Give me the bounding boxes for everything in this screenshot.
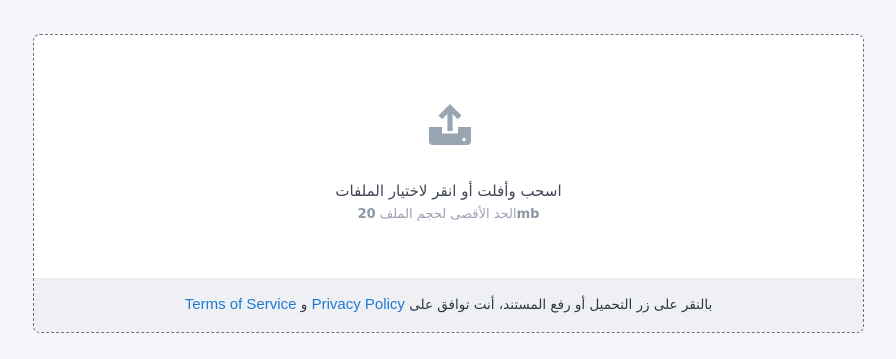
terms-of-service-link[interactable]: Terms of Service <box>185 296 297 313</box>
file-dropzone[interactable]: اسحب وأفلت أو انقر لاختيار الملفات 20 ال… <box>34 35 863 278</box>
privacy-policy-link[interactable]: Privacy Policy <box>312 296 405 313</box>
max-size-value: 20 <box>357 207 376 222</box>
max-file-size: 20 الحد الأقصى لحجم الملفmb <box>34 206 863 224</box>
max-size-unit: mb <box>516 207 540 222</box>
terms-notice: بالنقر على زر التحميل أو رفع المستند، أن… <box>34 278 863 332</box>
max-size-label: الحد الأقصى لحجم الملف <box>379 207 517 222</box>
upload-icon <box>427 101 473 147</box>
file-upload-card: اسحب وأفلت أو انقر لاختيار الملفات 20 ال… <box>33 34 864 333</box>
terms-notice-prefix: بالنقر على زر التحميل أو رفع المستند، أن… <box>409 297 713 313</box>
terms-conjunction: و <box>300 297 308 313</box>
dropzone-instruction: اسحب وأفلت أو انقر لاختيار الملفات <box>335 182 562 200</box>
